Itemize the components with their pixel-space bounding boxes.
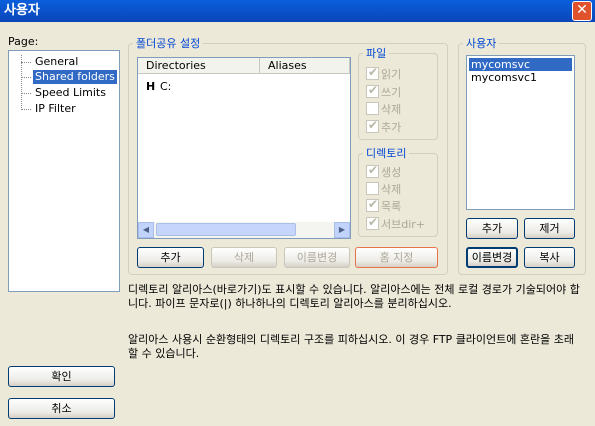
cancel-button[interactable]: 취소 — [8, 398, 115, 419]
col-directories[interactable]: Directories — [138, 58, 260, 74]
remove-user-button[interactable]: 제거 — [524, 218, 575, 239]
tree-item-shared-folders[interactable]: Shared folders — [33, 70, 117, 84]
tree-connector — [21, 55, 22, 110]
dir-list-label: 목록 — [381, 200, 402, 213]
home-marker: H — [146, 80, 156, 93]
scroll-thumb[interactable] — [156, 223, 296, 236]
check-icon: ✔ — [368, 83, 379, 97]
rename-folder-button[interactable]: 이름변경 — [284, 247, 350, 268]
add-folder-button[interactable]: 추가 — [137, 247, 204, 268]
dir-create-label: 생성 — [381, 166, 402, 179]
user-item[interactable]: mycomsvc1 — [469, 71, 539, 84]
directories-list[interactable]: Directories Aliases H C: ◀ ▶ — [137, 57, 351, 239]
scroll-left-icon[interactable]: ◀ — [138, 222, 154, 238]
page-label: Page: — [8, 35, 39, 48]
delete-folder-button[interactable]: 삭제 — [211, 247, 277, 268]
dir-list-checkbox[interactable]: ✔ — [366, 197, 379, 212]
dir-subdirs-label: 서브dir+ — [381, 218, 426, 231]
window-title: 사용자 — [4, 3, 40, 18]
help-text-aliases: 디렉토리 알리아스(바로가기)도 표시할 수 있습니다. 알리아스에는 전체 로… — [128, 283, 580, 310]
file-delete-checkbox[interactable] — [366, 102, 379, 115]
users-list[interactable]: mycomsvc mycomsvc1 — [466, 55, 575, 210]
tree-item-speed-limits[interactable]: Speed Limits — [33, 86, 108, 100]
check-icon: ✔ — [368, 215, 379, 229]
page-tree[interactable]: General Shared folders Speed Limits IP F… — [8, 50, 120, 292]
file-append-label: 추가 — [381, 121, 402, 134]
shared-folders-title: 폴더공유 설정 — [136, 37, 201, 50]
dir-delete-checkbox[interactable] — [366, 182, 379, 195]
add-user-button[interactable]: 추가 — [466, 218, 518, 239]
file-read-checkbox[interactable]: ✔ — [366, 65, 379, 80]
tree-item-general[interactable]: General — [33, 55, 80, 69]
close-icon: ✕ — [576, 2, 588, 18]
copy-user-button[interactable]: 복사 — [524, 247, 575, 268]
file-write-label: 쓰기 — [381, 86, 402, 99]
dir-subdirs-checkbox[interactable]: ✔ — [366, 215, 379, 230]
rename-user-button[interactable]: 이름변경 — [466, 247, 518, 268]
set-home-button[interactable]: 홈 지정 — [355, 247, 438, 268]
dir-permissions-title: 디렉토리 — [366, 147, 407, 160]
file-permissions-title: 파일 — [366, 47, 387, 60]
user-item[interactable]: mycomsvc — [469, 58, 572, 71]
dir-create-checkbox[interactable]: ✔ — [366, 163, 379, 178]
check-icon: ✔ — [368, 197, 379, 211]
users-title: 사용자 — [466, 37, 497, 50]
file-read-label: 읽기 — [381, 68, 402, 81]
ok-button[interactable]: 확인 — [8, 366, 115, 387]
title-bar: 사용자 ✕ — [0, 0, 595, 22]
dir-delete-label: 삭제 — [381, 183, 402, 196]
file-delete-label: 삭제 — [381, 103, 402, 116]
file-append-checkbox[interactable]: ✔ — [366, 118, 379, 133]
scroll-right-icon[interactable]: ▶ — [334, 222, 350, 238]
help-text-warning: 알리아스 사용시 순환형태의 디렉토리 구조를 피하십시오. 이 경우 FTP … — [128, 333, 575, 360]
check-icon: ✔ — [368, 65, 379, 79]
directory-row[interactable]: C: — [160, 80, 171, 93]
close-button[interactable]: ✕ — [572, 1, 592, 21]
tree-item-ip-filter[interactable]: IP Filter — [33, 102, 78, 116]
file-write-checkbox[interactable]: ✔ — [366, 83, 379, 98]
check-icon: ✔ — [368, 118, 379, 132]
horizontal-scrollbar[interactable]: ◀ ▶ — [138, 222, 350, 238]
check-icon: ✔ — [368, 163, 379, 177]
col-aliases[interactable]: Aliases — [260, 58, 350, 74]
